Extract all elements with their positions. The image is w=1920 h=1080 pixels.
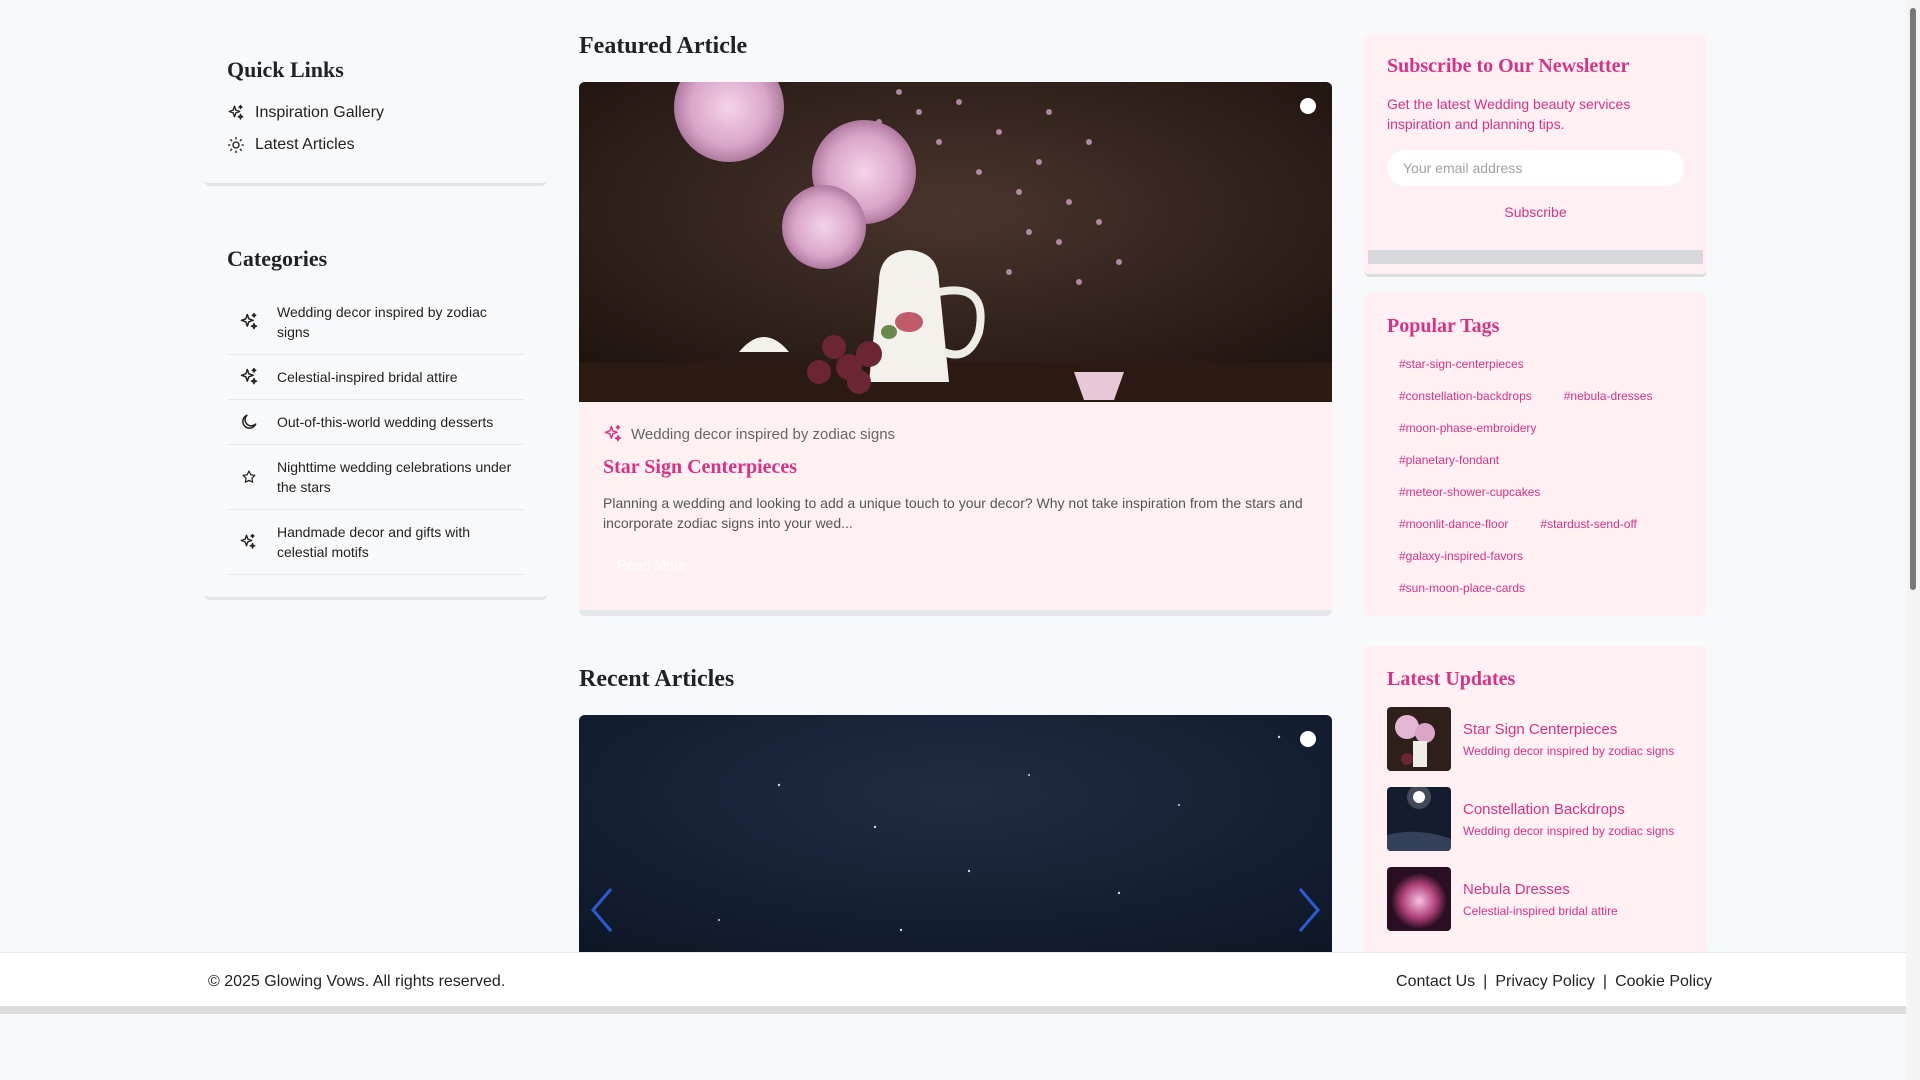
latest-updates-title: Latest Updates bbox=[1387, 668, 1516, 690]
category-label: Handmade decor and gifts with celestial … bbox=[277, 524, 470, 560]
update-thumbnail bbox=[1387, 707, 1451, 771]
quick-link-label: Inspiration Gallery bbox=[255, 104, 384, 121]
tag-galaxy-inspired-favors[interactable]: #galaxy-inspired-favors bbox=[1387, 540, 1535, 572]
newsletter-card: Subscribe to Our Newsletter Get the late… bbox=[1364, 33, 1707, 277]
recent-articles-carousel[interactable] bbox=[579, 715, 1332, 975]
footer-links: Contact Us | Privacy Policy | Cookie Policy bbox=[1396, 973, 1712, 991]
tag-meteor-shower-cupcakes[interactable]: #meteor-shower-cupcakes bbox=[1387, 476, 1552, 508]
featured-category-label: Wedding decor inspired by zodiac signs bbox=[631, 425, 896, 443]
carousel-indicator-dot[interactable] bbox=[1300, 731, 1316, 747]
night-sky-image bbox=[579, 715, 1332, 975]
popular-tags-title: Popular Tags bbox=[1387, 315, 1500, 337]
sparkles-icon bbox=[240, 367, 258, 385]
update-item[interactable]: Constellation Backdrops Wedding decor in… bbox=[1387, 787, 1684, 851]
category-item-bridal-attire[interactable]: Celestial-inspired bridal attire bbox=[227, 355, 524, 400]
featured-article-card[interactable]: Wedding decor inspired by zodiac signs S… bbox=[579, 82, 1332, 616]
featured-article-title[interactable]: Star Sign Centerpieces bbox=[603, 456, 1308, 479]
category-label: Out-of-this-world wedding desserts bbox=[277, 414, 494, 430]
carousel-next-arrow-icon[interactable] bbox=[1294, 885, 1324, 935]
category-item-handmade-decor[interactable]: Handmade decor and gifts with celestial … bbox=[227, 510, 524, 575]
tag-moonlit-dance-floor[interactable]: #moonlit-dance-floor bbox=[1387, 508, 1520, 540]
update-subtitle: Wedding decor inspired by zodiac signs bbox=[1463, 824, 1675, 838]
featured-section-title: Featured Article bbox=[579, 33, 748, 59]
category-item-nighttime-celebrations[interactable]: Nighttime wedding celebrations under the… bbox=[227, 445, 524, 510]
star-icon bbox=[242, 470, 256, 483]
categories-card: Categories Wedding decor inspired by zod… bbox=[204, 216, 547, 600]
footer-link-cookie[interactable]: Cookie Policy bbox=[1615, 973, 1712, 990]
footer-separator: | bbox=[1483, 973, 1488, 990]
tag-moon-phase-embroidery[interactable]: #moon-phase-embroidery bbox=[1387, 412, 1548, 444]
moon-icon bbox=[242, 414, 257, 429]
carousel-prev-arrow-icon[interactable] bbox=[587, 885, 617, 935]
sparkles-icon bbox=[604, 424, 622, 442]
update-item[interactable]: Star Sign Centerpieces Wedding decor ins… bbox=[1387, 707, 1684, 771]
update-thumbnail bbox=[1387, 867, 1451, 931]
page-scrollbar[interactable] bbox=[1906, 0, 1920, 1080]
sparkles-icon bbox=[240, 312, 258, 330]
tag-list: #star-sign-centerpieces #constellation-b… bbox=[1387, 348, 1684, 604]
featured-article-body: Wedding decor inspired by zodiac signs S… bbox=[579, 402, 1332, 597]
popular-tags-card: Popular Tags #star-sign-centerpieces #co… bbox=[1364, 293, 1707, 616]
quick-links-title: Quick Links bbox=[227, 57, 344, 82]
carousel-indicator-dot[interactable] bbox=[1300, 98, 1316, 114]
main-content: Featured Article Wedding decor inspired … bbox=[579, 33, 1332, 975]
right-sidebar: Subscribe to Our Newsletter Get the late… bbox=[1364, 33, 1707, 956]
update-subtitle: Celestial-inspired bridal attire bbox=[1463, 904, 1618, 918]
footer-link-contact[interactable]: Contact Us bbox=[1396, 973, 1475, 990]
quick-link-latest-articles[interactable]: Latest Articles bbox=[227, 129, 524, 161]
left-sidebar: Quick Links Inspiration Gallery Latest A… bbox=[204, 33, 547, 600]
update-subtitle: Wedding decor inspired by zodiac signs bbox=[1463, 744, 1675, 758]
featured-article-category[interactable]: Wedding decor inspired by zodiac signs bbox=[603, 424, 1308, 444]
email-input[interactable] bbox=[1387, 150, 1684, 186]
update-title[interactable]: Star Sign Centerpieces bbox=[1463, 721, 1674, 738]
latest-updates-card: Latest Updates Star Sign Centerpieces We… bbox=[1364, 646, 1707, 956]
newsletter-title: Subscribe to Our Newsletter bbox=[1387, 55, 1630, 77]
quick-link-inspiration-gallery[interactable]: Inspiration Gallery bbox=[227, 97, 524, 129]
update-title[interactable]: Nebula Dresses bbox=[1463, 881, 1618, 898]
newsletter-description: Get the latest Wedding beauty services i… bbox=[1387, 96, 1631, 132]
subscribe-button[interactable]: Subscribe bbox=[1387, 204, 1684, 220]
site-footer: © 2025 Glowing Vows. All rights reserved… bbox=[0, 952, 1920, 1014]
update-thumbnail bbox=[1387, 787, 1451, 851]
tag-sun-moon-place-cards[interactable]: #sun-moon-place-cards bbox=[1387, 572, 1537, 604]
flower-vase-illustration bbox=[579, 82, 1332, 402]
category-label: Wedding decor inspired by zodiac signs bbox=[277, 304, 487, 340]
recent-section-title: Recent Articles bbox=[579, 666, 735, 692]
sparkles-icon bbox=[240, 533, 256, 549]
quick-links-card: Quick Links Inspiration Gallery Latest A… bbox=[204, 33, 547, 186]
copyright-text: © 2025 Glowing Vows. All rights reserved… bbox=[208, 973, 506, 990]
tag-star-sign-centerpieces[interactable]: #star-sign-centerpieces bbox=[1387, 348, 1536, 380]
tag-planetary-fondant[interactable]: #planetary-fondant bbox=[1387, 444, 1511, 476]
update-item[interactable]: Nebula Dresses Celestial-inspired bridal… bbox=[1387, 867, 1684, 931]
update-title[interactable]: Constellation Backdrops bbox=[1463, 801, 1674, 818]
category-item-desserts[interactable]: Out-of-this-world wedding desserts bbox=[227, 400, 524, 445]
category-label: Celestial-inspired bridal attire bbox=[277, 369, 458, 385]
quick-link-label: Latest Articles bbox=[255, 136, 355, 153]
sparkles-icon bbox=[228, 104, 244, 120]
tag-constellation-backdrops[interactable]: #constellation-backdrops bbox=[1387, 380, 1544, 412]
newsletter-divider bbox=[1368, 250, 1703, 264]
category-label: Nighttime wedding celebrations under the… bbox=[277, 459, 512, 495]
featured-article-description: Planning a wedding and looking to add a … bbox=[603, 495, 1303, 531]
sun-icon bbox=[227, 136, 245, 154]
tag-nebula-dresses[interactable]: #nebula-dresses bbox=[1552, 380, 1665, 412]
category-item-zodiac-decor[interactable]: Wedding decor inspired by zodiac signs bbox=[227, 290, 524, 355]
read-more-button[interactable]: Read More bbox=[603, 555, 700, 575]
tag-stardust-send-off[interactable]: #stardust-send-off bbox=[1528, 508, 1649, 540]
footer-link-privacy[interactable]: Privacy Policy bbox=[1495, 973, 1595, 990]
featured-article-image bbox=[579, 82, 1332, 402]
footer-separator: | bbox=[1602, 973, 1608, 990]
scrollbar-thumb[interactable] bbox=[1910, 8, 1916, 590]
categories-title: Categories bbox=[227, 246, 328, 271]
